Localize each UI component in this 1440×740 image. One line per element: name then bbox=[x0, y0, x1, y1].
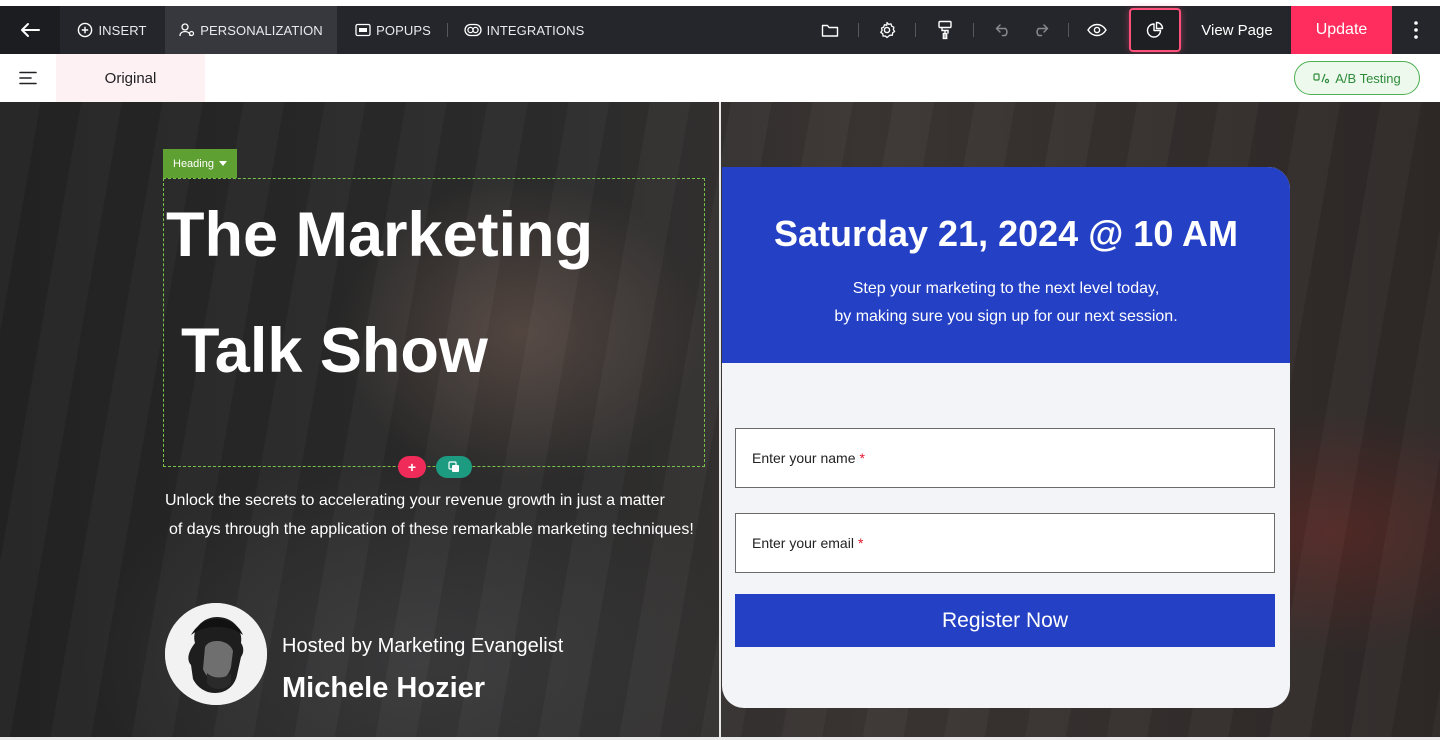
required-asterisk: * bbox=[859, 450, 865, 466]
email-field[interactable]: Enter your email * bbox=[735, 513, 1275, 573]
plus-circle-icon bbox=[78, 22, 93, 38]
more-options-button[interactable] bbox=[1404, 6, 1428, 54]
ab-testing-label: A/B Testing bbox=[1335, 70, 1401, 86]
variant-bar: Original A/B Testing bbox=[0, 54, 1440, 102]
host-label[interactable]: Hosted by Marketing Evangelist bbox=[282, 635, 563, 658]
toolbar-divider bbox=[1068, 23, 1069, 37]
view-page-button[interactable]: View Page bbox=[1192, 6, 1282, 54]
name-field[interactable]: Enter your name * bbox=[735, 428, 1275, 488]
add-element-button[interactable]: + bbox=[398, 456, 426, 478]
analytics-button[interactable] bbox=[1131, 10, 1179, 50]
eye-icon bbox=[1087, 23, 1107, 37]
hero-subtitle-line2[interactable]: of days through the application of these… bbox=[169, 515, 694, 544]
toolbar-divider bbox=[973, 23, 974, 37]
personalization-menu-label: PERSONALIZATION bbox=[200, 22, 323, 38]
caret-down-icon bbox=[218, 161, 227, 166]
undo-button[interactable] bbox=[990, 6, 1018, 54]
email-field-placeholder: Enter your email bbox=[752, 535, 854, 551]
ab-split-icon bbox=[1313, 73, 1330, 84]
hero-subtitle-line1[interactable]: Unlock the secrets to accelerating your … bbox=[165, 486, 665, 515]
event-date[interactable]: Saturday 21, 2024 @ 10 AM bbox=[722, 213, 1290, 255]
element-type-tag[interactable]: Heading bbox=[163, 149, 237, 178]
page-canvas[interactable]: Heading The Marketing Talk Show + Unlock… bbox=[0, 102, 1440, 737]
analytics-icon bbox=[1146, 21, 1164, 38]
ab-testing-button[interactable]: A/B Testing bbox=[1294, 61, 1420, 95]
pages-folder-button[interactable] bbox=[816, 6, 844, 54]
host-avatar[interactable] bbox=[165, 603, 267, 705]
gear-icon bbox=[880, 21, 896, 39]
element-type-label: Heading bbox=[173, 157, 214, 170]
more-vertical-icon bbox=[1414, 21, 1418, 39]
toolbar-divider bbox=[915, 23, 916, 37]
variant-tab-label: Original bbox=[104, 69, 157, 87]
duplicate-icon bbox=[448, 461, 459, 472]
toolbar-divider bbox=[447, 23, 448, 37]
popups-menu-label: POPUPS bbox=[376, 22, 431, 38]
hamburger-menu-icon bbox=[19, 71, 37, 85]
integrations-menu[interactable]: INTEGRATIONS bbox=[462, 6, 586, 54]
back-button[interactable] bbox=[0, 6, 60, 54]
registration-card-header: Saturday 21, 2024 @ 10 AM Step your mark… bbox=[722, 167, 1290, 363]
integrations-icon bbox=[463, 23, 482, 37]
variant-tab-original[interactable]: Original bbox=[56, 54, 205, 102]
undo-icon bbox=[995, 24, 1008, 37]
hero-title-line1[interactable]: The Marketing bbox=[166, 204, 593, 267]
popups-icon bbox=[355, 23, 371, 37]
integrations-menu-label: INTEGRATIONS bbox=[486, 22, 585, 38]
preview-button[interactable] bbox=[1083, 6, 1111, 54]
settings-button[interactable] bbox=[873, 6, 901, 54]
toolbar-divider bbox=[858, 23, 859, 37]
back-arrow-icon bbox=[21, 23, 40, 37]
redo-icon bbox=[1036, 24, 1049, 37]
paint-roller-icon bbox=[938, 20, 952, 40]
personalization-icon bbox=[179, 23, 195, 37]
name-field-placeholder: Enter your name bbox=[752, 450, 856, 466]
personalization-menu[interactable]: PERSONALIZATION bbox=[165, 6, 337, 54]
theme-styles-button[interactable] bbox=[931, 6, 959, 54]
insert-menu[interactable]: INSERT bbox=[74, 6, 150, 54]
registration-card[interactable]: Saturday 21, 2024 @ 10 AM Step your mark… bbox=[722, 167, 1290, 708]
variants-menu-button[interactable] bbox=[14, 66, 42, 90]
editor-toolbar: INSERT PERSONALIZATION POPUPS INTEGRATIO… bbox=[0, 6, 1440, 54]
host-name[interactable]: Michele Hozier bbox=[282, 672, 485, 705]
redo-button[interactable] bbox=[1026, 6, 1054, 54]
card-description-line2[interactable]: by making sure you sign up for our next … bbox=[722, 308, 1290, 326]
column-divider bbox=[719, 102, 721, 737]
host-portrait-image bbox=[165, 603, 267, 705]
register-now-button[interactable]: Register Now bbox=[735, 594, 1275, 647]
update-button[interactable]: Update bbox=[1291, 6, 1392, 54]
duplicate-element-button[interactable] bbox=[436, 456, 472, 478]
popups-menu[interactable]: POPUPS bbox=[351, 6, 435, 54]
hero-title-line2[interactable]: Talk Show bbox=[181, 320, 488, 383]
card-description-line1[interactable]: Step your marketing to the next level to… bbox=[722, 280, 1290, 298]
plus-icon: + bbox=[407, 459, 417, 475]
insert-menu-label: INSERT bbox=[98, 22, 147, 38]
folder-icon bbox=[821, 24, 839, 37]
required-asterisk: * bbox=[857, 535, 864, 551]
